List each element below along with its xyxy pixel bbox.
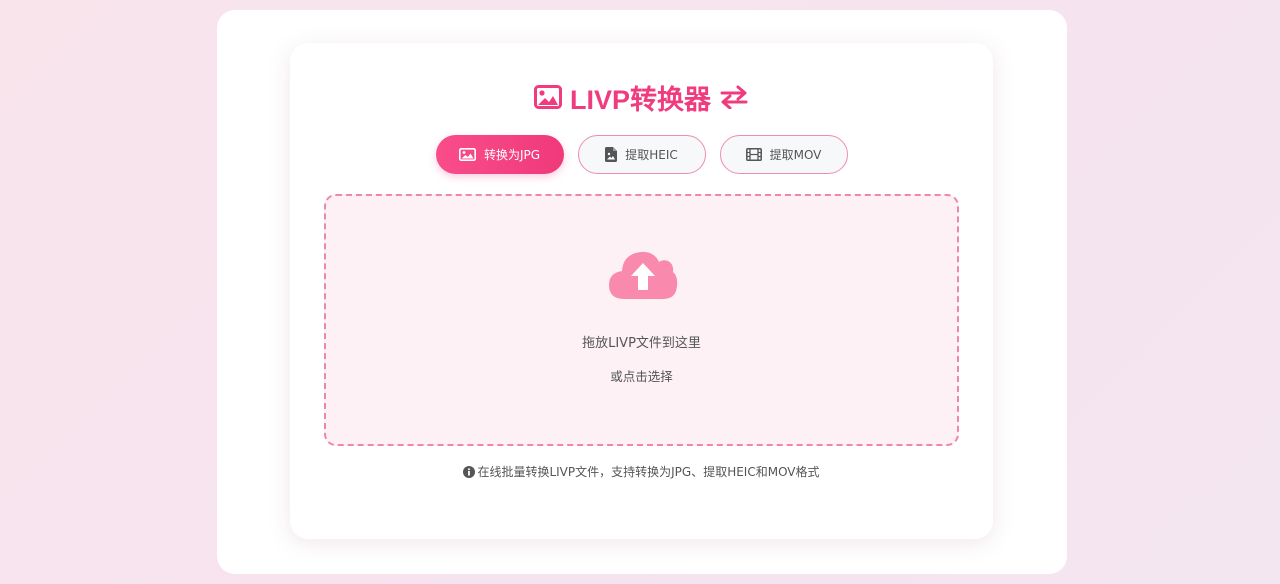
tab-label: 提取HEIC bbox=[625, 148, 678, 162]
mode-tabs: 转换为JPG 提取HEIC 提取MOV bbox=[290, 135, 993, 174]
page-title: LIVP转换器 bbox=[290, 79, 993, 115]
dropzone-sub-text: 或点击选择 bbox=[610, 369, 673, 384]
image-icon bbox=[533, 85, 562, 109]
dropzone-main-text: 拖放LIVP文件到这里 bbox=[582, 336, 701, 351]
tab-extract-mov[interactable]: 提取MOV bbox=[719, 135, 848, 174]
outer-card: LIVP转换器 转换为JPG 提取HEIC 提取MOV 拖放LIVP文件到这里 … bbox=[217, 10, 1067, 574]
file-image-icon bbox=[605, 147, 618, 162]
cloud-upload-icon bbox=[608, 248, 678, 304]
tab-convert-jpg[interactable]: 转换为JPG bbox=[435, 135, 564, 174]
film-icon bbox=[745, 148, 762, 161]
converter-card: LIVP转换器 转换为JPG 提取HEIC 提取MOV 拖放LIVP文件到这里 … bbox=[290, 43, 993, 539]
tab-extract-heic[interactable]: 提取HEIC bbox=[577, 135, 706, 174]
info-note: 在线批量转换LIVP文件，支持转换为JPG、提取HEIC和MOV格式 bbox=[290, 463, 993, 480]
arrows-swap-icon bbox=[719, 85, 749, 109]
info-circle-icon bbox=[463, 465, 476, 478]
title-text: LIVP转换器 bbox=[569, 84, 711, 115]
tab-label: 提取MOV bbox=[769, 148, 822, 162]
tab-label: 转换为JPG bbox=[483, 148, 541, 162]
info-text: 在线批量转换LIVP文件，支持转换为JPG、提取HEIC和MOV格式 bbox=[477, 465, 820, 479]
file-dropzone[interactable]: 拖放LIVP文件到这里 或点击选择 bbox=[324, 194, 959, 446]
image-icon bbox=[458, 148, 476, 161]
